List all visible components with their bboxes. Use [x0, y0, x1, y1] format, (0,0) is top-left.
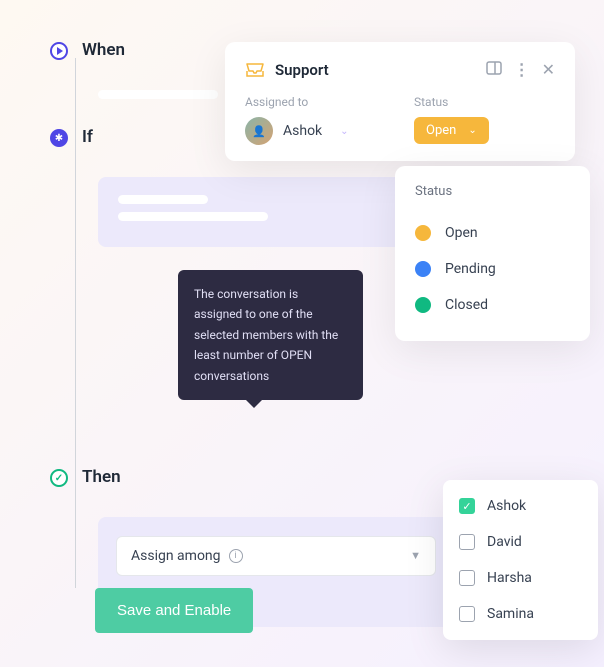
member-option[interactable]: ✓ Ashok — [443, 488, 598, 524]
status-select[interactable]: Open ⌄ — [414, 117, 489, 144]
status-option-pending[interactable]: Pending — [415, 251, 570, 287]
checkbox-icon — [459, 534, 475, 550]
inbox-icon — [245, 62, 265, 78]
checkbox-icon — [459, 606, 475, 622]
action-type-label: Assign among — [131, 548, 221, 564]
status-dropdown: Status Open Pending Closed — [395, 166, 590, 341]
info-icon[interactable]: i — [229, 549, 243, 563]
chevron-down-icon: ⌄ — [340, 126, 348, 137]
support-title: Support — [275, 61, 329, 79]
checkbox-icon — [459, 570, 475, 586]
member-dropdown: ✓ Ashok David Harsha Samina — [443, 480, 598, 640]
member-label: Harsha — [487, 570, 532, 586]
status-value: Open — [426, 123, 456, 138]
member-option[interactable]: David — [443, 524, 598, 560]
avatar: 👤 — [245, 117, 273, 145]
assignee-name: Ashok — [283, 123, 322, 139]
status-dot-icon — [415, 261, 431, 277]
checkbox-checked-icon: ✓ — [459, 498, 475, 514]
assigned-to-label: Assigned to — [245, 95, 386, 109]
status-option-label: Pending — [445, 261, 496, 277]
member-option[interactable]: Samina — [443, 596, 598, 632]
member-option[interactable]: Harsha — [443, 560, 598, 596]
close-icon[interactable]: ✕ — [542, 60, 555, 79]
save-and-enable-button[interactable]: Save and Enable — [95, 588, 253, 633]
support-panel: Support ⋮ ✕ Assigned to 👤 Ashok ⌄ Status… — [225, 42, 575, 161]
tooltip: The conversation is assigned to one of t… — [178, 270, 363, 400]
status-label: Status — [414, 95, 555, 109]
action-type-select[interactable]: Assign among i ▼ — [116, 536, 436, 576]
member-label: David — [487, 534, 522, 550]
member-label: Samina — [487, 606, 534, 622]
panel-layout-icon[interactable] — [486, 60, 502, 79]
status-option-label: Closed — [445, 297, 488, 313]
status-dot-icon — [415, 297, 431, 313]
status-option-open[interactable]: Open — [415, 215, 570, 251]
check-icon — [50, 469, 68, 487]
gear-icon — [50, 129, 68, 147]
chevron-down-icon: ⌄ — [468, 125, 476, 136]
more-icon[interactable]: ⋮ — [514, 60, 530, 79]
status-option-label: Open — [445, 225, 478, 241]
then-label: Then — [82, 467, 121, 487]
status-dot-icon — [415, 225, 431, 241]
assignee-select[interactable]: 👤 Ashok ⌄ — [245, 117, 386, 145]
member-label: Ashok — [487, 498, 526, 514]
when-label: When — [82, 40, 125, 60]
play-icon — [50, 42, 68, 60]
status-option-closed[interactable]: Closed — [415, 287, 570, 323]
chevron-down-icon: ▼ — [410, 549, 421, 562]
if-label: If — [82, 127, 93, 147]
status-dropdown-title: Status — [415, 184, 570, 199]
